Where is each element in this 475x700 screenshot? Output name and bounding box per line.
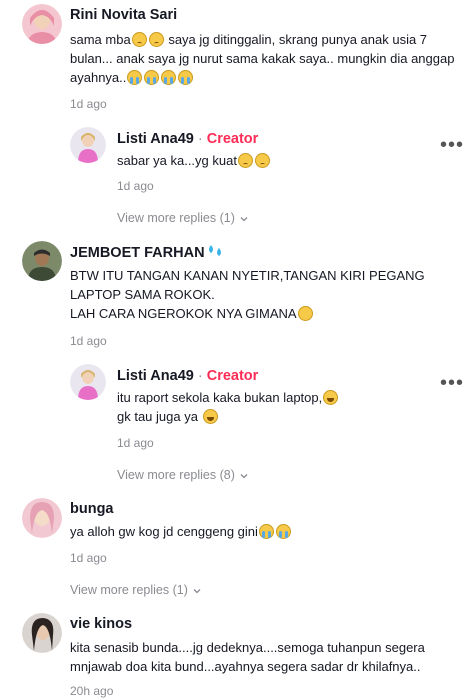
view-more-replies-button[interactable]: View more replies (1) <box>70 583 202 597</box>
comment-username[interactable]: JEMBOET FARHAN <box>70 244 225 261</box>
creator-badge: Creator <box>206 131 259 147</box>
more-options-icon[interactable]: ••• <box>440 373 464 393</box>
view-more-replies-button[interactable]: View more replies (1) <box>117 211 249 225</box>
sad-face-icon <box>148 32 164 47</box>
chevron-down-icon <box>240 216 248 222</box>
avatar[interactable] <box>22 241 62 281</box>
reply-text: itu raport sekola kaka bukan laptop, gk t… <box>117 388 447 426</box>
view-more-replies-button[interactable]: View more replies (8) <box>117 468 249 482</box>
crying-face-icon <box>258 524 274 539</box>
crying-face-icon <box>144 70 160 85</box>
creator-badge: Creator <box>206 368 259 384</box>
avatar[interactable] <box>22 613 62 653</box>
sad-face-icon <box>254 153 270 168</box>
reply-username[interactable]: Listi Ana49 · Creator <box>117 131 258 147</box>
comment-text: ya alloh gw kog jd cenggeng gini <box>70 522 465 541</box>
more-options-icon[interactable]: ••• <box>440 135 464 155</box>
crying-face-icon <box>161 70 177 85</box>
comment-time: 1d ago <box>70 97 107 111</box>
avatar[interactable] <box>22 4 62 44</box>
grinning-face-icon <box>323 390 339 405</box>
reply-time: 1d ago <box>117 436 154 450</box>
comment-time: 1d ago <box>70 334 107 348</box>
comment-username[interactable]: vie kinos <box>70 616 132 632</box>
comment-time: 1d ago <box>70 551 107 565</box>
avatar[interactable] <box>70 127 106 163</box>
crying-face-icon <box>178 70 194 85</box>
crying-face-icon <box>275 524 291 539</box>
chevron-down-icon <box>193 588 201 594</box>
sad-face-icon <box>131 32 147 47</box>
comment-username[interactable]: Rini Novita Sari <box>70 7 177 23</box>
chevron-down-icon <box>240 473 248 479</box>
comment-text: kita senasib bunda....jg dedeknya....sem… <box>70 640 425 674</box>
comment-username[interactable]: bunga <box>70 501 114 517</box>
sweat-droplets-icon <box>208 245 221 256</box>
comment-text: BTW ITU TANGAN KANAN NYETIR,TANGAN KIRI … <box>70 268 425 321</box>
confused-face-icon <box>237 153 253 168</box>
comment-time: 20h ago <box>70 684 114 698</box>
crying-face-icon <box>127 70 143 85</box>
comment-text: sama mba saya jg ditinggalin, skrang pun… <box>70 32 455 85</box>
avatar[interactable] <box>70 364 106 400</box>
avatar[interactable] <box>22 498 62 538</box>
flushed-face-icon <box>297 306 313 321</box>
tears-of-joy-icon <box>202 409 218 424</box>
reply-text: sabar ya ka...yg kuat <box>117 151 447 170</box>
reply-time: 1d ago <box>117 179 154 193</box>
reply-username[interactable]: Listi Ana49 · Creator <box>117 368 258 384</box>
